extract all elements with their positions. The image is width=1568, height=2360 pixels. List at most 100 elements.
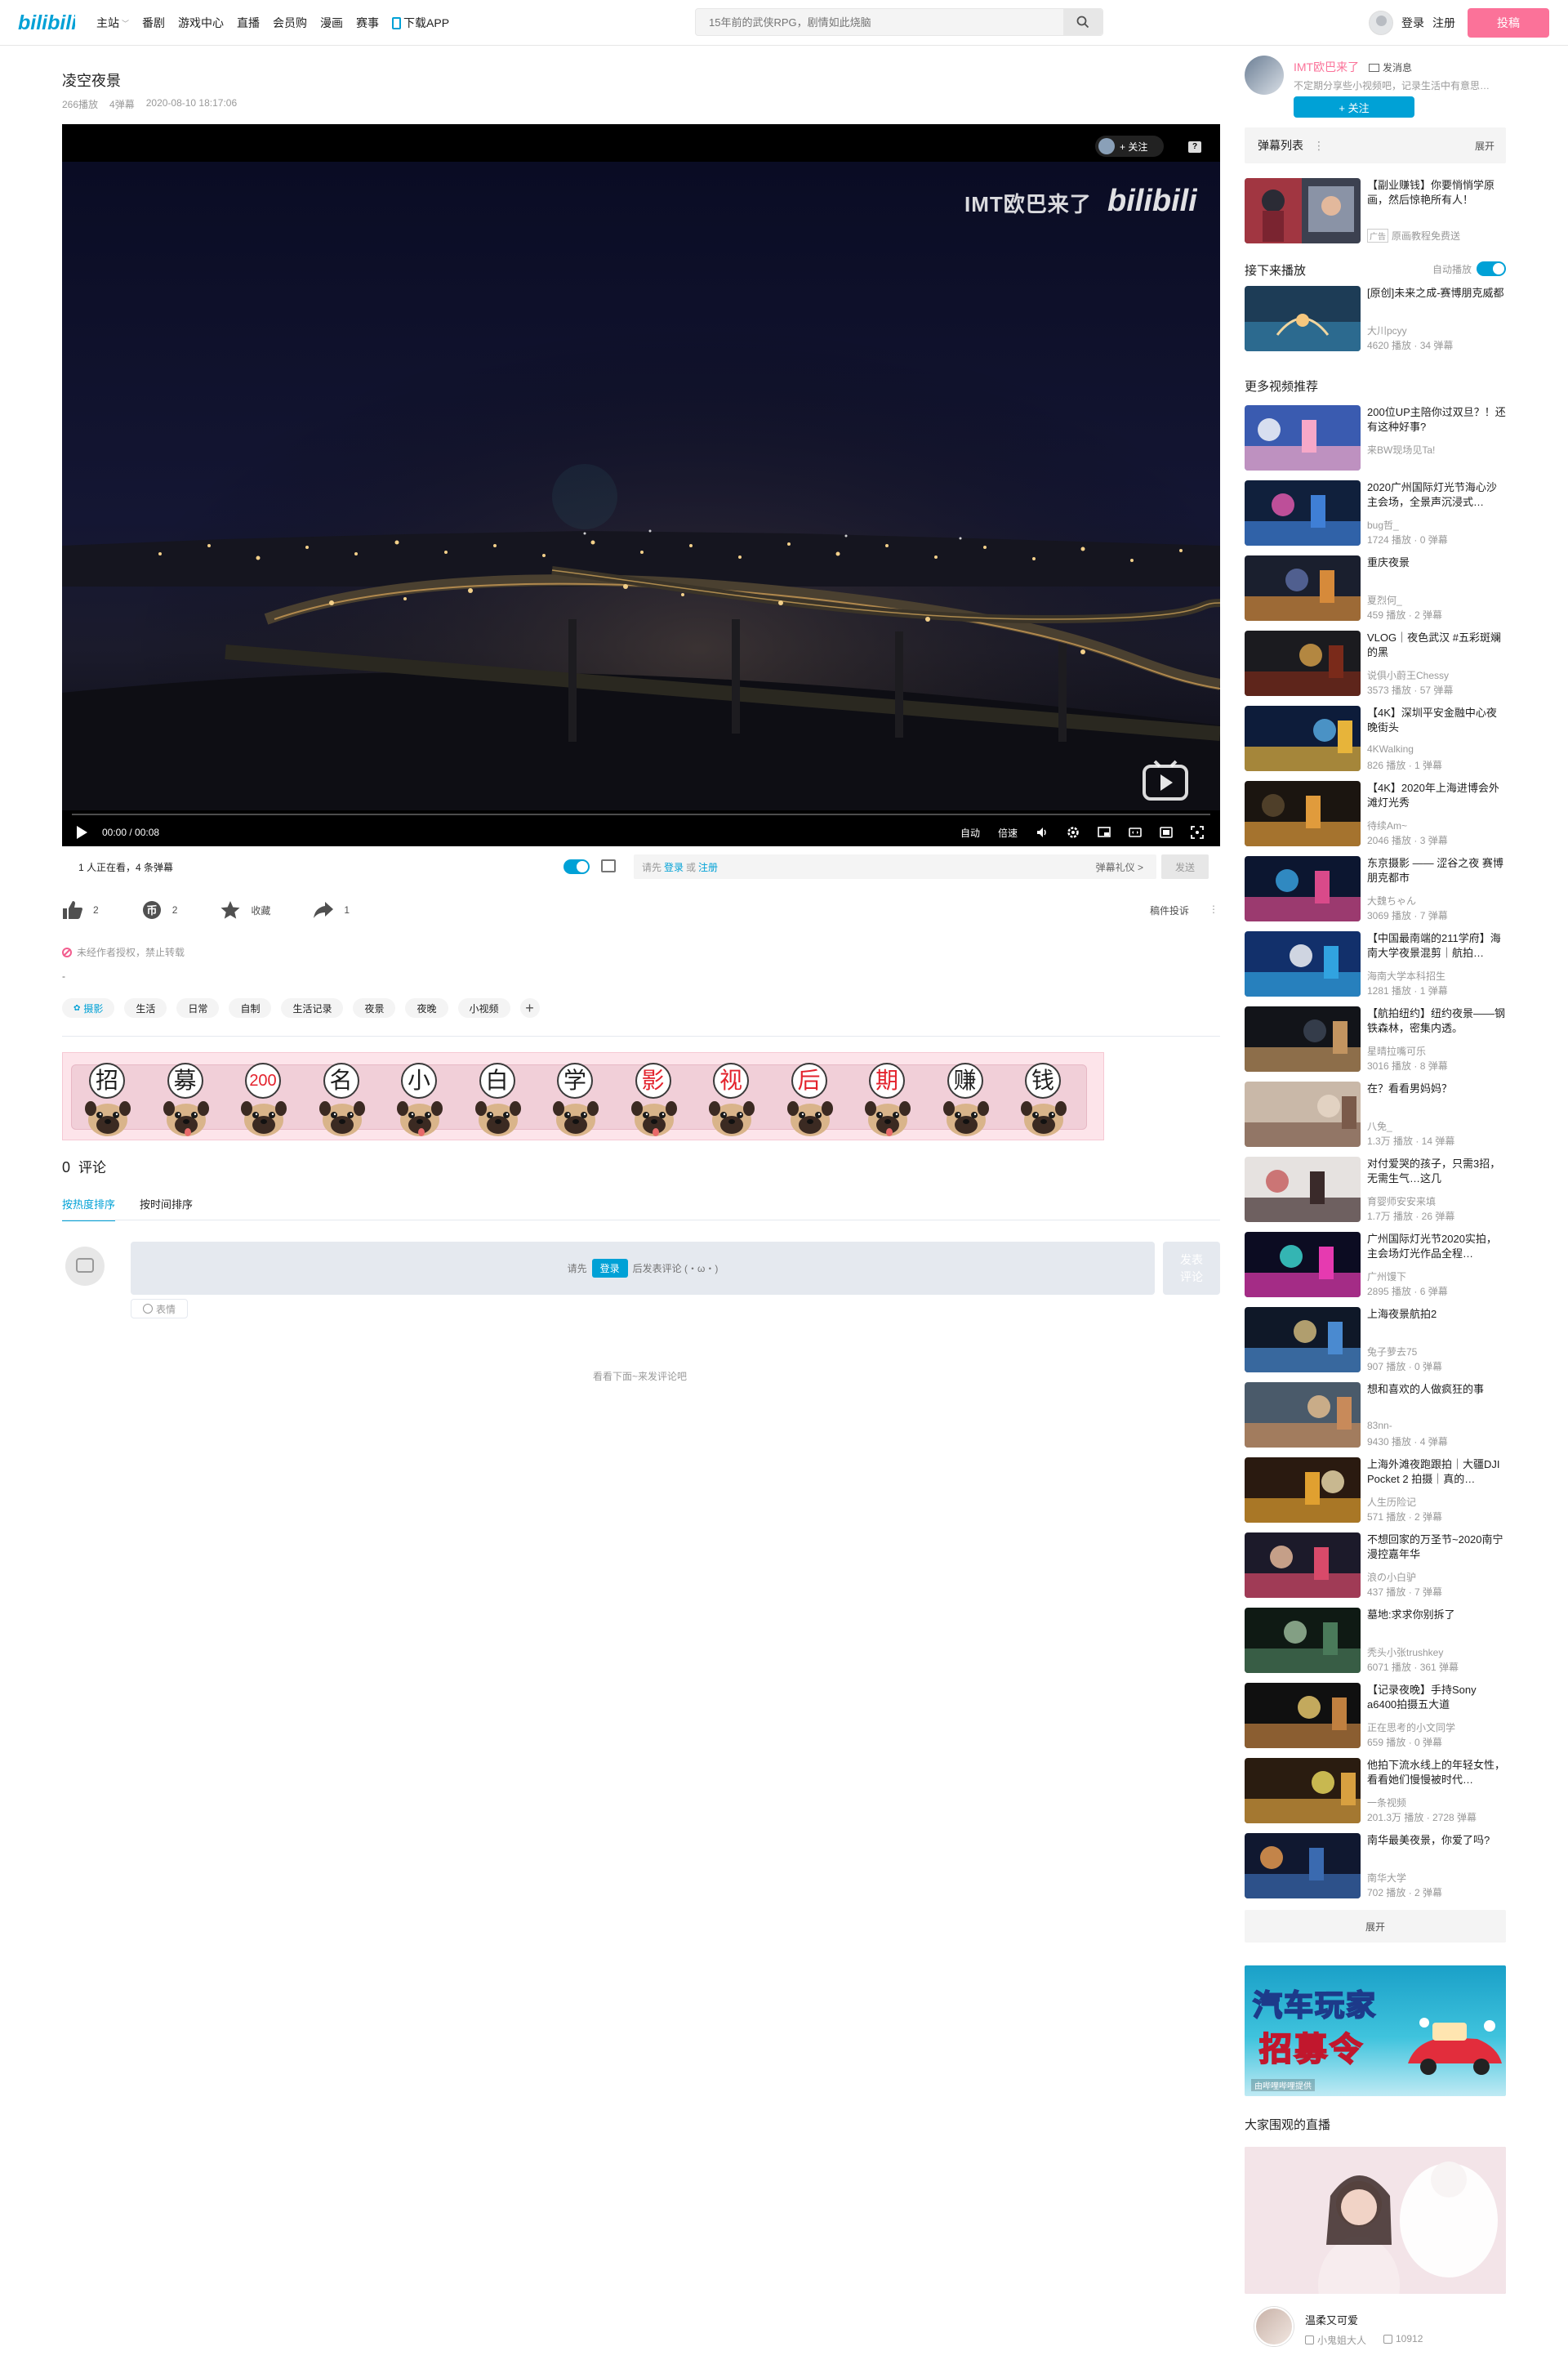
recommend-item[interactable]: VLOG｜夜色武汉 #五彩斑斓的黑 说俱小蔚王Chessy 3573 播放 · 57… (1245, 631, 1506, 698)
video-title[interactable]: 2020广州国际灯光节海心沙主会场，全景声沉浸式… (1367, 480, 1506, 510)
tab-sort-hot[interactable]: 按热度排序 (62, 1196, 116, 1221)
recommend-item[interactable]: 200位UP主陪你过双旦？！还有这种好事? 来BW现场见Ta! (1245, 405, 1506, 472)
video-thumbnail[interactable] (1245, 706, 1361, 771)
video-title[interactable]: 上海外滩夜跑跟拍｜大疆DJI Pocket 2 拍摄｜真的… (1367, 1457, 1506, 1487)
video-player[interactable]: + 关注 ? IMT欧巴来了 bilibili 00:00 / 00:08 自动… (62, 124, 1220, 846)
tag-item[interactable]: 夜晚 (405, 998, 448, 1018)
more-options-icon[interactable]: ⋮ (1313, 139, 1325, 153)
danmaku-register-link[interactable]: 注册 (698, 860, 718, 874)
video-up[interactable]: 海南大学本科招生 (1367, 969, 1446, 983)
video-up[interactable]: 说俱小蔚王Chessy (1367, 668, 1449, 682)
video-up[interactable]: 夏烈何_ (1367, 593, 1402, 607)
video-thumbnail[interactable] (1245, 1382, 1361, 1448)
next-up-item[interactable]: [原创]未来之成-赛博朋克威都 大川pcyy 4620 播放 · 34 弹幕 (1245, 286, 1506, 353)
video-title[interactable]: 南华最美夜景，你爱了吗? (1367, 1833, 1506, 1863)
video-title[interactable]: 东京摄影 —— 涩谷之夜 赛博朋克都市 (1367, 856, 1506, 886)
video-title[interactable]: 【4K】2020年上海进博会外滩灯光秀 (1367, 781, 1506, 810)
tag-item[interactable]: 生活 (124, 998, 167, 1018)
recommend-item[interactable]: 南华最美夜景，你爱了吗? 南华大学 702 播放 · 2 弹幕 (1245, 1833, 1506, 1900)
more-options-icon[interactable]: ⋮ (1209, 903, 1218, 915)
video-title[interactable]: 【航拍纽约】纽约夜景——钢铁森林，密集内透。 (1367, 1006, 1506, 1036)
video-up[interactable]: 人生历险记 (1367, 1495, 1416, 1509)
video-title[interactable]: 想和喜欢的人做疯狂的事 (1367, 1382, 1506, 1412)
tag-item[interactable]: 小视频 (457, 998, 510, 1018)
video-up[interactable]: 来BW现场见Ta! (1367, 443, 1435, 457)
tag-item[interactable]: 夜景 (353, 998, 396, 1018)
send-message-link[interactable]: 发消息 (1369, 60, 1412, 74)
comment-input[interactable]: 请先 登录 后发表评论 (・ω・) (131, 1242, 1155, 1295)
video-title[interactable]: 【4K】深圳平安金融中心夜晚街头 (1367, 706, 1506, 735)
add-tag-button[interactable]: + (519, 998, 540, 1018)
recommend-item[interactable]: 想和喜欢的人做疯狂的事 83nn- 9430 播放 · 4 弹幕 (1245, 1382, 1506, 1449)
nav-item-manga[interactable]: 漫画 (314, 15, 350, 31)
video-thumbnail[interactable] (1245, 555, 1361, 621)
video-thumbnail[interactable] (1245, 1833, 1361, 1898)
promo-banner[interactable]: 招 募 200 名 小 白 学 影 视 后 期 赚 钱 (62, 1052, 1104, 1140)
ad-thumbnail[interactable] (1245, 178, 1361, 243)
video-thumbnail[interactable] (1245, 1457, 1361, 1523)
video-up[interactable]: 星晴拉嘴可乐 (1367, 1044, 1426, 1058)
video-up[interactable]: 育婴师安安来填 (1367, 1194, 1436, 1208)
recommend-item[interactable]: 他拍下流水线上的年轻女性，看看她们慢慢被时代… 一条视频 201.3万 播放 · 2… (1245, 1758, 1506, 1825)
video-up[interactable]: 83nn- (1367, 1420, 1392, 1431)
video-thumbnail[interactable] (1245, 1232, 1361, 1297)
video-up[interactable]: 大魏ちゃん (1367, 894, 1416, 908)
web-fullscreen-icon[interactable] (1160, 826, 1173, 839)
search-button[interactable] (1063, 9, 1102, 35)
recommend-item[interactable]: 【中国最南端的211学府】海南大学夜景混剪｜航拍… 海南大学本科招生 1281 播放… (1245, 931, 1506, 998)
follow-button[interactable]: + 关注 (1294, 96, 1414, 118)
coin-button[interactable]: 币 2 (141, 900, 177, 920)
tag-channel[interactable]: ✿ 摄影 (62, 998, 115, 1018)
comment-send-button[interactable]: 发表 评论 (1163, 1242, 1220, 1295)
video-title[interactable]: 墓地:求求你别拆了 (1367, 1608, 1506, 1637)
video-thumbnail[interactable] (1245, 286, 1361, 351)
video-title[interactable]: 上海夜景航拍2 (1367, 1307, 1506, 1336)
player-follow-button[interactable]: + 关注 (1095, 136, 1164, 157)
video-title[interactable]: 不想回家的万圣节~2020南宁漫控嘉年华 (1367, 1532, 1506, 1562)
video-up[interactable]: 一条视频 (1367, 1796, 1406, 1809)
volume-icon[interactable] (1036, 826, 1049, 839)
video-thumbnail[interactable] (1245, 1532, 1361, 1598)
quality-button[interactable]: 自动 (960, 826, 980, 840)
speed-button[interactable]: 倍速 (998, 826, 1018, 840)
recommend-item[interactable]: 上海夜景航拍2 兔子萝去75 907 播放 · 0 弹幕 (1245, 1307, 1506, 1374)
danmaku-settings-icon[interactable] (601, 859, 616, 872)
video-up[interactable]: 南华大学 (1367, 1871, 1406, 1885)
recommend-item[interactable]: 不想回家的万圣节~2020南宁漫控嘉年华 浪の小白驴 437 播放 · 7 弹幕 (1245, 1532, 1506, 1599)
share-button[interactable]: 1 (313, 900, 350, 920)
register-link[interactable]: 注册 (1432, 15, 1455, 31)
recommend-item[interactable]: 【航拍纽约】纽约夜景——钢铁森林，密集内透。 星晴拉嘴可乐 3016 播放 · 8 … (1245, 1006, 1506, 1073)
video-up[interactable]: 待续Am~ (1367, 819, 1407, 832)
tag-item[interactable]: 自制 (229, 998, 272, 1018)
autoplay-toggle[interactable]: 自动播放 (1432, 261, 1507, 276)
video-up[interactable]: 4KWalking (1367, 743, 1414, 755)
favorite-button[interactable]: 收藏 (220, 900, 270, 920)
video-title[interactable]: 200位UP主陪你过双旦？！还有这种好事? (1367, 405, 1506, 435)
video-up[interactable]: bug哲_ (1367, 518, 1399, 532)
video-title[interactable]: VLOG｜夜色武汉 #五彩斑斓的黑 (1367, 631, 1506, 660)
video-title[interactable]: 广州国际灯光节2020实拍，主会场灯光作品全程… (1367, 1232, 1506, 1261)
danmaku-login-link[interactable]: 登录 (664, 860, 684, 874)
pip-icon[interactable] (1098, 826, 1111, 839)
recommend-more-button[interactable]: 展开 (1245, 1910, 1506, 1943)
nav-item-mall[interactable]: 会员购 (266, 15, 314, 31)
video-up[interactable]: 八免_ (1367, 1119, 1392, 1133)
ad-title[interactable]: 【副业赚钱】你要悄悄学原画，然后惊艳所有人！ (1367, 178, 1506, 207)
video-thumbnail[interactable] (1245, 1608, 1361, 1673)
recommend-item[interactable]: 重庆夜景 夏烈何_ 459 播放 · 2 弹幕 (1245, 555, 1506, 622)
video-thumbnail[interactable] (1245, 1758, 1361, 1823)
up-avatar[interactable] (1245, 56, 1284, 95)
login-link[interactable]: 登录 (1401, 15, 1424, 31)
danmaku-list-panel[interactable]: 弹幕列表 ⋮ 展开 (1245, 127, 1506, 163)
video-thumbnail[interactable] (1245, 856, 1361, 921)
recommend-item[interactable]: 上海外滩夜跑跟拍｜大疆DJI Pocket 2 拍摄｜真的… 人生历险记 571 播… (1245, 1457, 1506, 1524)
video-thumbnail[interactable] (1245, 931, 1361, 997)
danmaku-list-expand[interactable]: 展开 (1475, 139, 1494, 153)
video-title[interactable]: 对付爱哭的孩子，只需3招，无需生气…这几 (1367, 1157, 1506, 1186)
nav-item-esports[interactable]: 赛事 (350, 15, 385, 31)
video-up[interactable]: 兔子萝去75 (1367, 1345, 1417, 1358)
video-frame[interactable] (62, 162, 1220, 810)
live-up[interactable]: 小鬼姐大人 (1305, 2333, 1366, 2347)
bilibili-logo[interactable]: bilibili (18, 8, 75, 36)
video-thumbnail[interactable] (1245, 631, 1361, 696)
